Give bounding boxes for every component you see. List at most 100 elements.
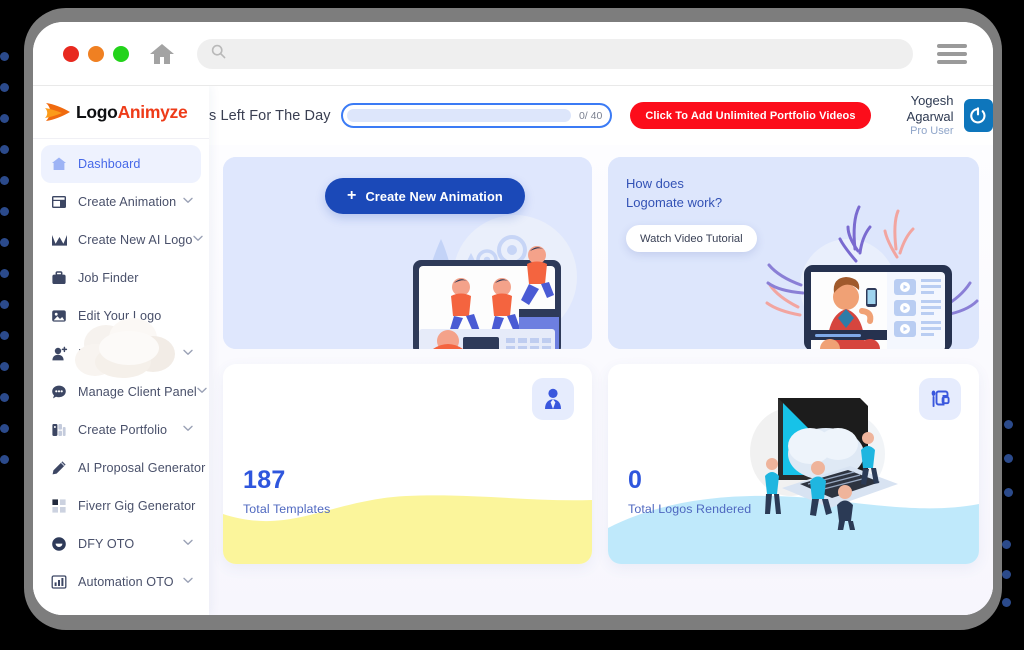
stats-row: 187 Total Templates 0 Total Logos Render…: [223, 364, 979, 564]
sidebar-item-label: Fiverr Gig Generator: [78, 499, 196, 513]
grid-squares-icon: [49, 496, 69, 516]
sidebar-item-label: Create Animation: [78, 195, 177, 209]
decorative-dot: [0, 269, 9, 278]
crown-icon: [49, 230, 69, 250]
decorative-dot: [1002, 598, 1011, 607]
total-templates-stat-card: 187 Total Templates: [223, 364, 593, 564]
plus-icon: +: [347, 187, 357, 204]
sidebar-item-label: Create New AI Logo: [78, 233, 193, 247]
total-templates-caption: Total Templates: [243, 502, 331, 516]
decorative-dot: [1004, 420, 1013, 429]
how-it-works-promo-card: How does Logomate work? Watch Video Tuto…: [608, 157, 979, 349]
sidebar-item-label: DFY OTO: [78, 537, 135, 551]
browser-window: s Left For The Day 0/ 40 Click To Add Un…: [33, 22, 993, 615]
decorative-dot: [0, 145, 9, 154]
credits-progress-bar: 0/ 40: [340, 103, 613, 128]
smile-icon: [49, 534, 69, 554]
app-logo[interactable]: LogoAnimyze: [33, 86, 209, 139]
sidebar-item-automation-oto[interactable]: Automation OTO: [41, 563, 201, 601]
user-texts: Yogesh Agarwal Pro User: [871, 93, 954, 138]
chevron-down-icon[interactable]: [183, 539, 193, 549]
app-container: s Left For The Day 0/ 40 Click To Add Un…: [33, 86, 993, 615]
chevron-down-icon[interactable]: [183, 197, 193, 207]
decorative-dot: [1004, 454, 1013, 463]
close-window-button[interactable]: [63, 45, 79, 62]
chevron-down-icon[interactable]: [183, 349, 193, 359]
image-icon: [49, 306, 69, 326]
total-templates-value: 187: [243, 466, 286, 494]
sidebar-item-ai-proposal-generator[interactable]: AI Proposal Generator: [41, 449, 205, 487]
decorative-dot: [1004, 488, 1013, 497]
total-logos-rendered-caption: Total Logos Rendered: [628, 502, 752, 516]
decorative-dot: [0, 207, 9, 216]
sidebar-item-label: Edit Your Logo: [78, 309, 162, 323]
sidebar: LogoAnimyze Dashboard Create Animation Cre…: [33, 86, 209, 615]
create-new-animation-label: Create New Animation: [365, 188, 503, 204]
promo-row: + Create New Animation How does Logomate…: [223, 157, 979, 349]
home-icon[interactable]: [149, 42, 175, 66]
layout-icon: [49, 192, 69, 212]
bar-chart-icon: [49, 572, 69, 592]
logo-edit-icon: [919, 378, 961, 420]
sidebar-item-dfy-oto[interactable]: DFY OTO: [41, 525, 201, 563]
sidebar-item-label: Create Portfolio: [78, 423, 168, 437]
url-bar[interactable]: [197, 38, 913, 69]
sidebar-item-fiverr-gig-generator[interactable]: Fiverr Gig Generator: [41, 487, 201, 525]
decorative-dot: [0, 362, 9, 371]
home-icon: [49, 154, 69, 174]
app-logo-word2: Animyze: [117, 101, 188, 122]
search-icon: [211, 44, 226, 64]
decorative-dot: [0, 455, 9, 464]
decorative-dot: [0, 331, 9, 340]
maximize-window-button[interactable]: [113, 45, 129, 62]
sidebar-item-job-finder[interactable]: Job Finder: [41, 259, 201, 297]
chevron-down-icon[interactable]: [183, 425, 193, 435]
decorative-dot: [0, 424, 9, 433]
portfolio-icon: [49, 420, 69, 440]
decorative-dot: [0, 300, 9, 309]
sidebar-item-manage-client-panel[interactable]: Manage Client Panel: [41, 373, 207, 411]
chevron-down-icon[interactable]: [192, 235, 203, 245]
window-controls[interactable]: [63, 45, 129, 62]
chevron-down-icon[interactable]: [197, 387, 207, 397]
decorative-dot: [0, 114, 9, 123]
sidebar-item-label: Manage Clients: [78, 347, 167, 361]
create-animation-promo-card: + Create New Animation: [223, 157, 593, 349]
progress-track: [346, 109, 571, 122]
sidebar-item-label: AI Proposal Generator: [78, 461, 206, 475]
watch-video-tutorial-button[interactable]: Watch Video Tutorial: [626, 225, 757, 252]
sidebar-item-edit-your-logo[interactable]: Edit Your Logo: [41, 297, 201, 335]
briefcase-icon: [49, 268, 69, 288]
sidebar-item-create-animation[interactable]: Create Animation: [41, 183, 201, 221]
decorative-dot: [0, 393, 9, 402]
sidebar-item-manage-clients[interactable]: Manage Clients: [41, 335, 201, 373]
main-content: + Create New Animation How does Logomate…: [209, 145, 993, 615]
app-logo-text: LogoAnimyze: [76, 101, 188, 123]
decorative-dot: [0, 238, 9, 247]
user-plus-icon: [49, 344, 69, 364]
decorative-dot: [1002, 540, 1011, 549]
user-role-badge: Pro User: [910, 124, 954, 137]
add-unlimited-portfolio-videos-button[interactable]: Click To Add Unlimited Portfolio Videos: [630, 102, 871, 129]
total-logos-rendered-value: 0: [628, 466, 643, 494]
create-new-animation-button[interactable]: + Create New Animation: [325, 178, 525, 214]
minimize-window-button[interactable]: [88, 45, 104, 62]
how-it-works-title-line2: Logomate work?: [626, 194, 723, 210]
sidebar-item-label: Dashboard: [78, 157, 141, 171]
decorative-dot: [0, 83, 9, 92]
sidebar-item-create-new-ai-logo[interactable]: Create New AI Logo: [41, 221, 203, 259]
progress-count-label: 0/ 40: [578, 109, 603, 122]
user-block[interactable]: Yogesh Agarwal Pro User: [871, 93, 993, 138]
decorative-dot: [0, 176, 9, 185]
chat-bubble-icon: [49, 382, 69, 402]
sidebar-item-create-portfolio[interactable]: Create Portfolio: [41, 411, 201, 449]
power-icon[interactable]: [963, 99, 993, 132]
play-arrow-logo-icon: [45, 103, 70, 121]
decorative-dot: [1002, 570, 1011, 579]
sidebar-item-label: Automation OTO: [78, 575, 174, 589]
hamburger-menu-icon[interactable]: [937, 43, 967, 64]
user-tie-icon: [532, 378, 575, 420]
how-it-works-title-line1: How does: [626, 176, 684, 191]
chevron-down-icon[interactable]: [183, 577, 193, 587]
sidebar-item-dashboard[interactable]: Dashboard: [41, 145, 201, 183]
